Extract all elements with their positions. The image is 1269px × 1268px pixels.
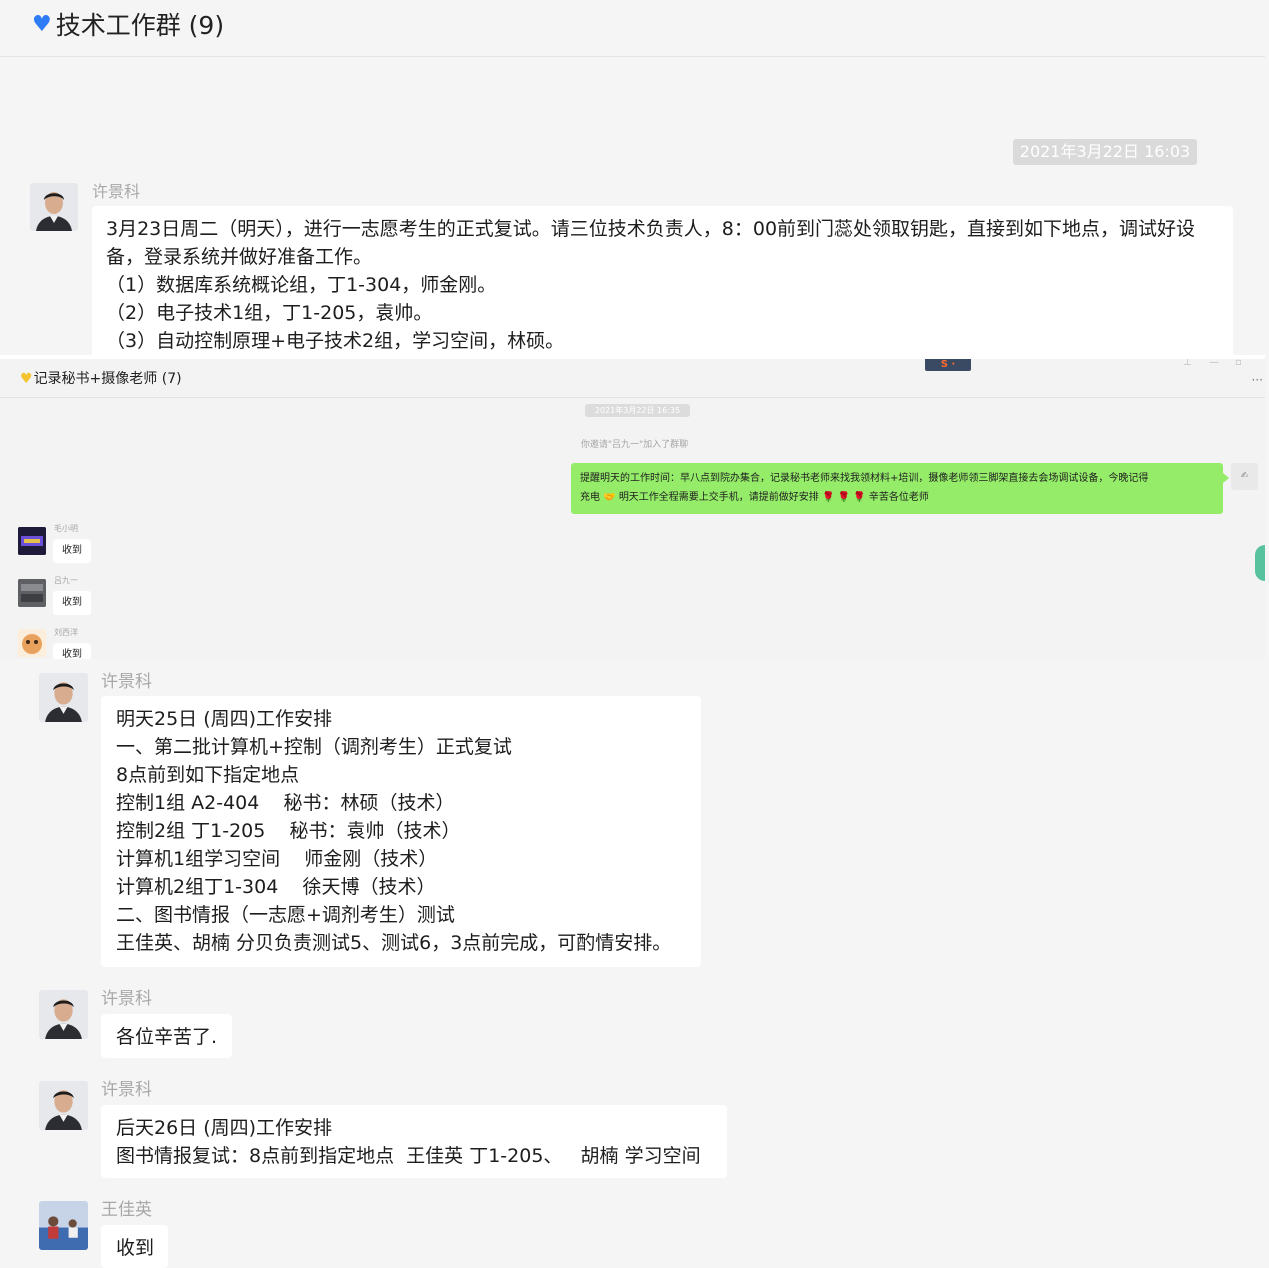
chat-panel-tech-group: ♥ 技术工作群 (9) 2021年3月22日 16:03 许景科 3月23日周二… [0,0,1265,355]
avatar[interactable] [18,629,46,657]
timestamp: 2021年3月22日 16:35 [585,404,690,417]
rose-emoji-icon: 🌹 🌹 🌹 [818,492,869,503]
avatar[interactable] [18,579,46,607]
message-bubble[interactable]: 收到 [101,1225,168,1268]
sender-name: 王佳英 [101,1200,152,1220]
message-line: 王佳英、胡楠 分贝负责测试5、测试6，3点前完成，可酌情安排。 [116,932,672,954]
message-line: （3）自动控制原理+电子技术2组，学习空间，林硕。 [106,330,565,352]
reply-bubble[interactable]: 收到 [53,539,91,563]
avatar[interactable] [39,1201,88,1250]
chat-panel-secretary-group: S · ⊥ — ▫ ♥记录秘书+摄像老师 (7) ··· 2021年3月22日 … [0,359,1265,659]
message-line: 备，登录系统并做好准备工作。 [106,246,373,268]
person-avatar-icon [39,673,88,722]
message-line: 二、图书情报（一志愿+调剂考生）测试 [116,904,455,926]
message-text: 充电 [580,492,600,503]
group-title-text: 技术工作群 (9) [55,11,225,40]
sender-name: 许景科 [101,989,152,1009]
message-bubble[interactable]: 各位辛苦了. [101,1014,232,1058]
message-line: （1）数据库系统概论组，丁1-304，师金刚。 [106,274,497,296]
header-divider [0,397,1265,398]
message-line: 充电 🤝 明天工作全程需要上交手机，请提前做好安排 🌹 🌹 🌹 辛苦各位老师 [580,488,1214,507]
pin-icon[interactable]: ⊥ [1183,359,1192,368]
message-line: 提醒明天的工作时间：早八点到院办集合，记录秘书老师来找我领材料+培训，摄像老师领… [580,473,1149,484]
game-avatar-icon [18,527,46,555]
person-avatar-icon [39,990,88,1039]
message-text: 明天工作全程需要上交手机，请提前做好安排 [618,492,819,503]
avatar[interactable] [18,527,46,555]
group-title: ♥记录秘书+摄像老师 (7) [20,368,182,388]
message-line: 一、第二批计算机+控制（调剂考生）正式复试 [116,736,512,758]
message-line: 控制1组 A2-404 秘书：林硕（技术） [116,792,455,814]
avatar[interactable] [39,673,88,722]
person-avatar-icon [39,1081,88,1130]
sender-name: 毛小明 [54,524,78,533]
message-line: 图书情报复试：8点前到指定地点 王佳英 丁1-205、 胡楠 学习空间 [116,1145,701,1167]
reply-bubble[interactable]: 收到 [53,591,91,615]
avatar[interactable] [39,990,88,1039]
group-title-text: 记录秘书+摄像老师 (7) [33,371,182,387]
my-avatar[interactable]: ✍ [1231,463,1258,490]
blue-heart-icon: ♥ [32,11,52,37]
my-message-bubble[interactable]: 提醒明天的工作时间：早八点到院办集合，记录秘书老师来找我领材料+培训，摄像老师领… [571,463,1229,514]
restore-icon[interactable]: ▫ [1235,359,1242,368]
header-divider [0,56,1265,57]
sender-name: 许景科 [101,1080,152,1100]
message-line: （2）电子技术1组，丁1-205，袁帅。 [106,302,433,324]
sender-name: 吕九一 [54,576,78,585]
cartoon-avatar-icon [18,629,46,657]
message-line: 计算机1组学习空间 师金刚（技术） [116,848,438,870]
message-line: 收到 [116,1237,155,1259]
photo-avatar-icon [18,579,46,607]
photo-avatar-icon [39,1201,88,1250]
minimize-icon[interactable]: — [1209,359,1219,368]
message-line: 8点前到如下指定地点 [116,764,300,786]
message-line: 计算机2组丁1-304 徐天博（技术） [116,876,436,898]
sender-name: 许景科 [101,672,152,692]
message-line: 各位辛苦了. [116,1026,218,1048]
chat-panel-work-schedule: 许景科 明天25日 (周四)工作安排 一、第二批计算机+控制（调剂考生）正式复试… [0,659,1265,1268]
message-line: 控制2组 丁1-205 秘书：袁帅（技术） [116,820,461,842]
message-bubble[interactable]: 3月23日周二（明天），进行一志愿考生的正式复试。请三位技术负责人，8：00前到… [92,206,1233,355]
message-bubble[interactable]: 后天26日 (周四)工作安排 图书情报复试：8点前到指定地点 王佳英 丁1-20… [101,1105,727,1178]
group-title: ♥ 技术工作群 (9) [32,6,224,42]
yellow-heart-icon: ♥ [20,371,33,387]
timestamp: 2021年3月22日 16:03 [1013,139,1197,165]
side-widget[interactable] [1255,545,1265,581]
system-notice: 你邀请"吕九一"加入了群聊 [580,440,689,450]
handshake-emoji-icon: 🤝 [600,492,619,503]
person-avatar-icon [30,183,78,231]
input-method-toolbar[interactable]: S · [925,359,971,371]
avatar[interactable] [30,183,78,231]
message-bubble[interactable]: 明天25日 (周四)工作安排 一、第二批计算机+控制（调剂考生）正式复试 8点前… [101,696,701,967]
sender-name: 刘西洋 [54,628,78,637]
sender-name: 许景科 [92,182,141,201]
message-line: 后天26日 (周四)工作安排 [116,1117,333,1139]
reply-bubble[interactable]: 收到 [53,643,91,659]
message-line: 3月23日周二（明天），进行一志愿考生的正式复试。请三位技术负责人，8：00前到… [106,218,1196,240]
message-line: 明天25日 (周四)工作安排 [116,708,333,730]
avatar[interactable] [39,1081,88,1130]
message-text: 辛苦各位老师 [868,492,929,503]
more-icon[interactable]: ··· [1252,373,1263,387]
